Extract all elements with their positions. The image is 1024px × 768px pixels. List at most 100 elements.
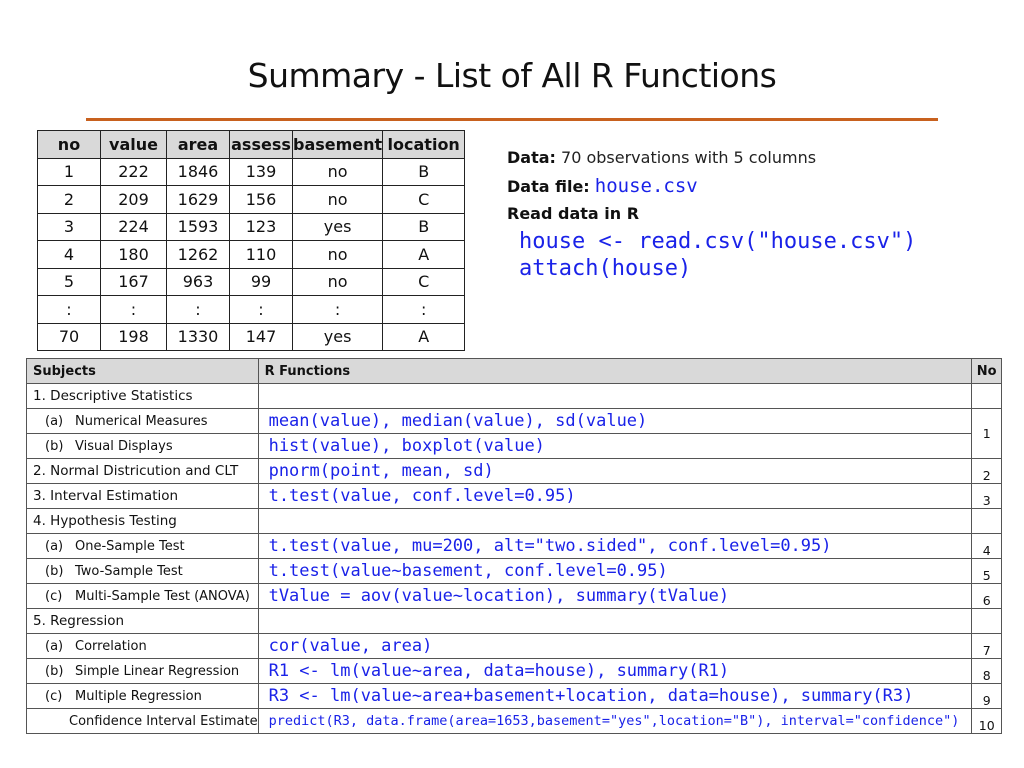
table-cell: no [291, 157, 384, 186]
table-cell: B [382, 212, 466, 241]
table-cell: : [166, 295, 230, 324]
table-row: 5 167 963 99 no C [37, 267, 466, 296]
subject-cell: 3. Interval Estimation [26, 483, 259, 509]
subject-cell: (c) Multiple Regression [26, 683, 259, 709]
subject-label: One-Sample Test [75, 538, 185, 554]
subject-label: Confidence Interval Estimate [69, 713, 258, 729]
read-code-line-2: attach(house) [519, 256, 692, 281]
row-number: 2 [971, 458, 1002, 484]
table-cell: no [291, 240, 384, 269]
row-number: 5 [971, 558, 1002, 584]
table-row: 3 224 1593 123 yes B [37, 212, 466, 241]
table-cell: 222 [100, 157, 167, 186]
subject-cell: (a) One-Sample Test [26, 533, 259, 559]
table-cell: 1 [37, 157, 101, 186]
data-table-header-cell: no [37, 130, 101, 159]
table-cell: : [37, 295, 101, 324]
table-cell: 224 [100, 212, 167, 241]
functions-header: R Functions [257, 358, 973, 384]
subject-letter: (a) [45, 638, 64, 654]
subject-label: Visual Displays [75, 438, 173, 454]
r-function-code: t.test(value, conf.level=0.95) [257, 483, 973, 509]
read-data-label: Read data in R [507, 204, 639, 223]
table-row: 4 180 1262 110 no A [37, 240, 466, 269]
list-item: (a) Numerical Measures mean(value), median… [26, 408, 1002, 459]
r-function-code: predict(R3, data.frame(area=1653,basemen… [257, 708, 973, 734]
data-file: Data file: house.csv [507, 175, 698, 197]
row-number [971, 508, 1002, 534]
data-file-name: house.csv [594, 175, 698, 197]
table-cell: : [382, 295, 466, 324]
subject-label: 1. Descriptive Statistics [33, 388, 193, 404]
table-cell: no [291, 267, 384, 296]
table-cell: 1846 [166, 157, 230, 186]
row-number: 7 [971, 633, 1002, 659]
table-cell: 110 [229, 240, 293, 269]
subject-cell: (b) Simple Linear Regression [26, 658, 259, 684]
r-functions-table: Subjects R Functions No 1. Descriptive S… [26, 358, 1002, 734]
table-cell: 70 [37, 322, 101, 351]
subject-label: 2. Normal Districution and CLT [33, 463, 239, 479]
table-cell: B [382, 157, 466, 186]
table-cell: 963 [166, 267, 230, 296]
row-number: 1 [971, 408, 1002, 459]
list-item: (c) Multiple Regression R3 <- lm(value~are… [26, 683, 1002, 709]
table-cell: yes [291, 322, 384, 351]
data-table-header-cell: value [100, 130, 167, 159]
subject-label: 3. Interval Estimation [33, 488, 179, 504]
list-item: (a) Correlation cor(value, area) 7 [26, 633, 1002, 659]
subject-label: Correlation [75, 638, 147, 654]
subject-cell: 2. Normal Districution and CLT [26, 458, 259, 484]
subjects-header: Subjects [26, 358, 259, 384]
subject-label: Multiple Regression [75, 688, 202, 704]
table-cell: : [229, 295, 293, 324]
table-cell: 4 [37, 240, 101, 269]
r-function-code: tValue = aov(value~location), summary(tV… [257, 583, 973, 609]
subject-label: Simple Linear Regression [75, 663, 240, 679]
data-table-header-cell: location [382, 130, 466, 159]
list-item: (b) Two-Sample Test t.test(value~basement,… [26, 558, 1002, 584]
list-item: Confidence Interval Estimate predict(R3, … [26, 708, 1002, 734]
subject-cell: (c) Multi-Sample Test (ANOVA) [26, 583, 259, 609]
subject-letter: (b) [45, 563, 64, 579]
table-row: :::::: [37, 295, 466, 324]
subject-letter: (a) [45, 538, 64, 554]
r-function-code: t.test(value~basement, conf.level=0.95) [257, 558, 973, 584]
row-number: 3 [971, 483, 1002, 509]
data-table-header-cell: basement [291, 130, 384, 159]
table-cell: 198 [100, 322, 167, 351]
table-cell: 139 [229, 157, 293, 186]
r-function-code: cor(value, area) [257, 633, 973, 659]
table-cell: C [382, 267, 466, 296]
subject-cell: (a) Correlation [26, 633, 259, 659]
table-cell: 1330 [166, 322, 230, 351]
row-number: 10 [971, 708, 1002, 734]
table-cell: 147 [229, 322, 293, 351]
table-cell: A [382, 240, 466, 269]
r-function-code: hist(value), boxplot(value) [257, 433, 973, 459]
subject-label: Two-Sample Test [75, 563, 183, 579]
subject-label: 4. Hypothesis Testing [33, 513, 177, 529]
table-cell: 180 [100, 240, 167, 269]
r-functions-header-row: Subjects R Functions No [26, 358, 1002, 384]
row-number: 4 [971, 533, 1002, 559]
r-function-code [257, 508, 973, 534]
table-row: 70 198 1330 147 yes A [37, 322, 466, 351]
table-cell: 5 [37, 267, 101, 296]
table-cell: no [291, 185, 384, 214]
list-item: (b) Visual Displays hist(value), boxplot(v… [26, 433, 1002, 459]
subject-label: 5. Regression [33, 613, 125, 629]
table-cell: 99 [229, 267, 293, 296]
list-item: 2. Normal Districution and CLT pnorm(poin… [26, 458, 1002, 484]
data-table-header-cell: assess [229, 130, 293, 159]
data-description: Data: 70 observations with 5 columns [507, 148, 816, 167]
table-cell: 1629 [166, 185, 230, 214]
data-table-header-cell: area [166, 130, 230, 159]
row-number: 6 [971, 583, 1002, 609]
list-item: (c) Multi-Sample Test (ANOVA) tValue = aov… [26, 583, 1002, 609]
row-number: 9 [971, 683, 1002, 709]
subject-cell: 5. Regression [26, 608, 259, 634]
subject-cell: (a) Numerical Measures [26, 408, 259, 434]
table-cell: yes [291, 212, 384, 241]
list-item: (a) One-Sample Test t.test(value, mu=200, … [26, 533, 1002, 559]
